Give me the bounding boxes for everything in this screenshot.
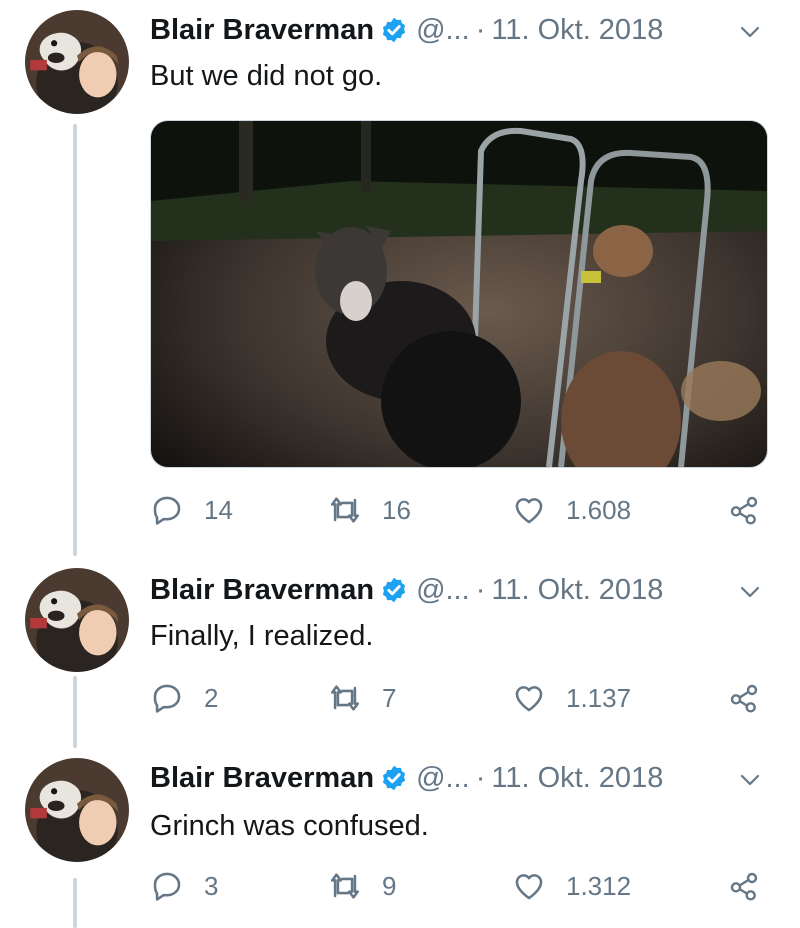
reply-button[interactable]: 14 [150,490,233,530]
share-icon [730,684,758,713]
author-name[interactable]: Blair Braverman [150,574,374,607]
share-icon [730,496,758,525]
verified-badge-icon [382,577,406,603]
author-name[interactable]: Blair Braverman [150,762,374,795]
avatar[interactable] [25,568,129,672]
thread-line [73,878,77,928]
reply-count: 2 [204,682,219,713]
share-button[interactable] [728,678,760,718]
retweet-count: 7 [382,682,397,713]
tweet-header: Blair Braverman @... · 11. Okt. 2018 [150,758,663,798]
like-count: 1.137 [566,682,632,713]
retweet-button[interactable]: 16 [328,490,411,530]
like-icon [515,874,543,900]
like-count: 1.608 [566,494,632,525]
chevron-down-icon[interactable] [738,768,762,792]
reply-icon [153,684,181,713]
thread-line [73,124,77,556]
tweet-date[interactable]: 11. Okt. 2018 [491,574,663,607]
separator: · [475,13,486,46]
author-handle[interactable]: @... [416,762,470,795]
tweet-text: Finally, I realized. [150,620,374,652]
tweet-actions: 14 16 1.608 [150,490,770,530]
retweet-button[interactable]: 7 [328,678,396,718]
retweet-icon [330,685,360,711]
tweet-date[interactable]: 11. Okt. 2018 [491,762,663,795]
like-button[interactable]: 1.608 [512,490,631,530]
tweet-photo[interactable] [150,120,768,468]
avatar[interactable] [25,10,129,114]
chevron-down-icon[interactable] [738,580,762,604]
tweet-date[interactable]: 11. Okt. 2018 [491,14,663,47]
retweet-count: 9 [382,870,397,901]
reply-button[interactable]: 3 [150,866,218,906]
tweet-actions: 2 7 1.137 [150,678,770,718]
tweet-actions: 3 9 1.312 [150,866,770,906]
tweet-text: Grinch was confused. [150,810,429,842]
share-button[interactable] [728,490,760,530]
reply-count: 3 [204,870,219,901]
tweet-2[interactable]: Blair Braverman @... · 11. Okt. 2018 Fin… [0,562,800,752]
verified-badge-icon [382,765,406,791]
retweet-button[interactable]: 9 [328,866,396,906]
author-handle[interactable]: @... [416,574,470,607]
thread-line [73,676,77,748]
reply-icon [153,496,181,525]
retweet-icon [330,873,360,899]
avatar[interactable] [25,758,129,862]
chevron-down-icon[interactable] [738,20,762,44]
like-button[interactable]: 1.137 [512,678,631,718]
reply-count: 14 [204,494,233,525]
retweet-count: 16 [382,494,411,525]
tweet-header: Blair Braverman @... · 11. Okt. 2018 [150,10,663,50]
retweet-icon [330,497,360,523]
separator: · [475,761,486,794]
share-icon [730,872,758,901]
like-button[interactable]: 1.312 [512,866,631,906]
verified-badge-icon [382,17,406,43]
reply-button[interactable]: 2 [150,678,218,718]
tweet-text: But we did not go. [150,60,383,92]
like-count: 1.312 [566,870,632,901]
tweet-3[interactable]: Blair Braverman @... · 11. Okt. 2018 Gri… [0,752,800,928]
tweet-1[interactable]: Blair Braverman @... · 11. Okt. 2018 But… [0,0,800,560]
share-button[interactable] [728,866,760,906]
separator: · [475,573,486,606]
like-icon [515,686,543,712]
like-icon [515,498,543,524]
author-name[interactable]: Blair Braverman [150,14,374,47]
author-handle[interactable]: @... [416,14,470,47]
reply-icon [153,872,181,901]
tweet-header: Blair Braverman @... · 11. Okt. 2018 [150,570,663,610]
